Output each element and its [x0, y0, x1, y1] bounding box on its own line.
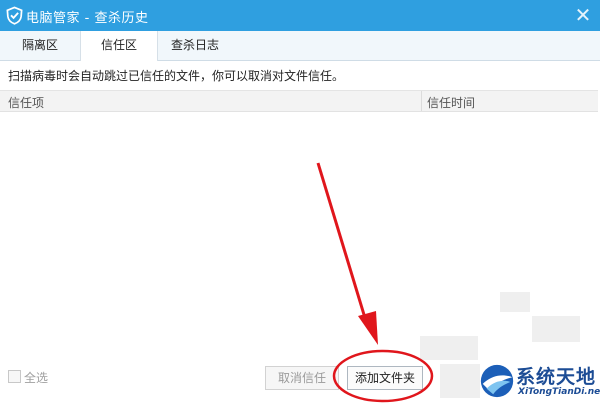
trust-table: 信任项 信任时间: [0, 90, 598, 356]
column-header-trust-time[interactable]: 信任时间: [427, 94, 475, 111]
untrust-button[interactable]: 取消信任: [265, 366, 339, 390]
trust-notice: 扫描病毒时会自动跳过已信任的文件，你可以取消对文件信任。: [8, 69, 345, 83]
blur-patch: [440, 364, 480, 398]
app-window: 电脑管家 - 查杀历史 ✕ 隔离区 信任区 查杀日志 扫描病毒时会自动跳过已信任…: [0, 0, 600, 403]
watermark-logo: 系统天地 XiTongTianDi.net: [478, 360, 600, 403]
blur-patch: [420, 336, 478, 360]
title-bar[interactable]: 电脑管家 - 查杀历史 ✕: [0, 0, 600, 31]
blur-patch: [532, 316, 580, 342]
tab-quarantine[interactable]: 隔离区: [0, 31, 80, 60]
tab-scan-log[interactable]: 查杀日志: [156, 31, 234, 60]
column-divider[interactable]: [421, 91, 422, 111]
blur-patch: [500, 292, 530, 312]
close-icon[interactable]: ✕: [570, 2, 596, 28]
table-body[interactable]: [0, 112, 598, 354]
watermark-name: 系统天地: [516, 366, 597, 388]
select-all-checkbox[interactable]: [8, 370, 21, 383]
watermark-site: XiTongTianDi.net: [518, 387, 600, 397]
globe-logo-icon: [480, 364, 514, 398]
add-folder-button[interactable]: 添加文件夹: [347, 366, 423, 390]
tab-trust-zone[interactable]: 信任区: [80, 31, 158, 61]
select-all-label[interactable]: 全选: [24, 369, 48, 386]
window-title: 电脑管家 - 查杀历史: [26, 11, 149, 26]
column-header-trust-item[interactable]: 信任项: [8, 94, 44, 111]
table-header: 信任项 信任时间: [0, 91, 598, 112]
shield-check-icon: [6, 6, 23, 25]
tab-bar: 隔离区 信任区 查杀日志: [0, 31, 600, 61]
